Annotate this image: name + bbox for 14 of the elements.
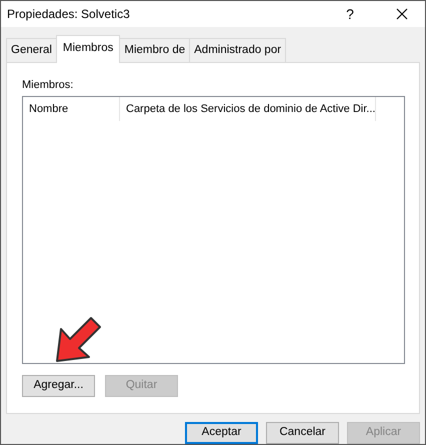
- members-label: Miembros:: [22, 78, 74, 93]
- tab[interactable]: Miembros: [56, 35, 120, 63]
- button[interactable]: Cancelar: [266, 422, 339, 444]
- help-button[interactable]: ?: [335, 4, 365, 25]
- window-title: Propiedades: Solvetic3: [7, 6, 131, 24]
- button[interactable]: Agregar...: [22, 375, 95, 398]
- pointer-arrow: [56, 317, 101, 362]
- tab[interactable]: General: [6, 38, 57, 62]
- column-header[interactable]: Carpeta de los Servicios de dominio de Active Dir...: [120, 97, 376, 122]
- members-list[interactable]: Nombre Carpeta de los Servicios de dominio de Active Dir...: [22, 96, 405, 364]
- tab[interactable]: Administrado por: [189, 38, 286, 62]
- column-header[interactable]: Nombre: [23, 97, 120, 122]
- close-icon: [396, 8, 408, 20]
- button[interactable]: Aceptar: [185, 422, 258, 444]
